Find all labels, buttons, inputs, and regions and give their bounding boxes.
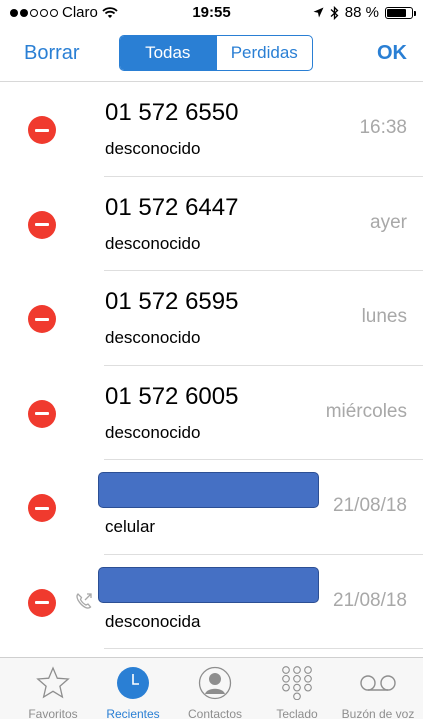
tab-teclado[interactable]: Teclado xyxy=(255,662,339,721)
call-time: lunes xyxy=(361,306,407,327)
call-label: desconocido xyxy=(105,328,201,347)
voicemail-icon xyxy=(358,666,398,705)
call-row[interactable]: 01 572 6595 desconocido lunes xyxy=(0,271,423,366)
redacted-number-block xyxy=(98,566,319,603)
call-time: ayer xyxy=(370,211,407,233)
outgoing-call-icon xyxy=(76,592,92,609)
nav-bar: Borrar Todas Perdidas OK xyxy=(0,26,423,82)
recent-calls-list: 01 572 6550 desconocido 16:38 01 572 6447 de… xyxy=(0,82,423,649)
call-row[interactable]: desconocida 21/08/18 xyxy=(0,555,423,650)
battery-icon xyxy=(385,6,416,19)
redacted-number-block xyxy=(98,472,319,508)
call-time: 16:38 xyxy=(359,117,407,138)
tab-contactos[interactable]: Contactos xyxy=(173,662,257,721)
tab-buz-n-de-voz[interactable]: Buzón de voz xyxy=(336,662,420,721)
ok-button[interactable]: OK xyxy=(377,42,407,65)
call-label: desconocido xyxy=(105,139,201,158)
call-time: 21/08/18 xyxy=(333,495,407,516)
clock-icon xyxy=(116,666,150,705)
call-label: desconocido xyxy=(105,422,201,442)
status-bar: Claro 19:55 88 % xyxy=(0,0,423,26)
tab-bar: Favoritos Recientes Contactos Teclado Buzón … xyxy=(0,657,423,721)
call-row[interactable]: 01 572 6550 desconocido 16:38 xyxy=(0,82,423,177)
contact-icon xyxy=(198,666,232,705)
call-number: 01 572 6447 xyxy=(105,193,239,221)
call-row[interactable]: 01 572 6005 desconocido miércoles xyxy=(0,366,423,461)
delete-call-button[interactable] xyxy=(28,588,56,617)
tab-favoritos[interactable]: Favoritos xyxy=(11,662,95,721)
call-label: desconocido xyxy=(105,233,201,253)
delete-call-button[interactable] xyxy=(28,399,56,428)
bluetooth-icon xyxy=(330,5,339,20)
call-label: desconocida xyxy=(105,611,201,631)
call-time: 21/08/18 xyxy=(333,589,407,611)
battery-percentage: 88 % xyxy=(344,4,379,21)
call-label: celular xyxy=(105,517,156,536)
segment-todas[interactable]: Todas xyxy=(120,36,216,70)
delete-call-button[interactable] xyxy=(28,116,56,144)
borrar-button[interactable]: Borrar xyxy=(24,42,80,65)
segment-perdidas[interactable]: Perdidas xyxy=(215,36,313,70)
call-number: 01 572 6005 xyxy=(105,382,239,410)
location-arrow-icon xyxy=(313,7,324,18)
tab-recientes[interactable]: Recientes xyxy=(91,662,175,721)
star-icon xyxy=(36,666,70,705)
call-row[interactable]: 01 572 6447 desconocido ayer xyxy=(0,177,423,272)
call-row[interactable]: celular 21/08/18 xyxy=(0,460,423,555)
delete-call-button[interactable] xyxy=(28,494,56,522)
call-time: miércoles xyxy=(325,400,407,422)
call-number: 01 572 6595 xyxy=(105,288,239,315)
call-filter-segmented-control: Todas Perdidas xyxy=(119,35,313,71)
delete-call-button[interactable] xyxy=(28,305,56,333)
delete-call-button[interactable] xyxy=(28,210,56,239)
call-number: 01 572 6550 xyxy=(105,99,239,126)
status-right: 88 % xyxy=(313,4,416,21)
keypad-icon xyxy=(280,666,314,705)
